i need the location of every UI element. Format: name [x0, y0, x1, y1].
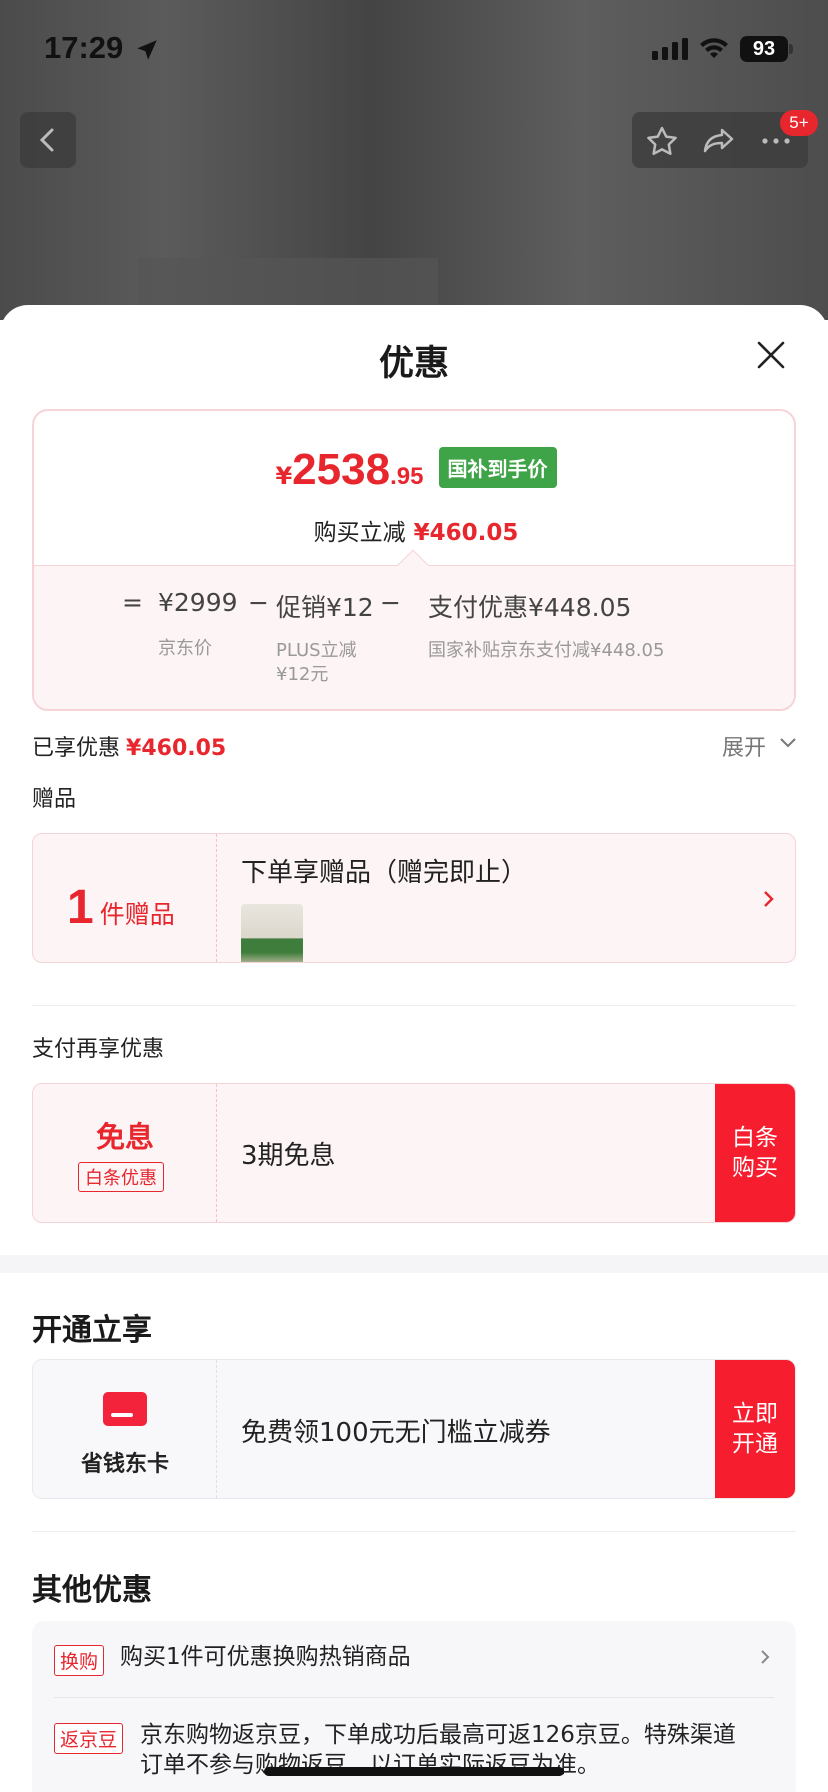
expand-button[interactable]: 展开: [722, 730, 766, 762]
close-icon[interactable]: [756, 340, 786, 370]
enjoyed-label: 已享优惠: [32, 736, 121, 761]
signal-icon: [652, 38, 688, 60]
formula-minus-2: −: [380, 588, 401, 617]
promo-value: 促销¥12: [276, 593, 374, 622]
open-section-title: 开通立享: [32, 1313, 152, 1348]
baitiao-buy-button[interactable]: 白条 购买: [715, 1084, 795, 1222]
jingdou-text-line1: 京东购物返京豆，下单成功后最高可返126京豆。特殊渠道: [140, 1722, 736, 1748]
other-section-title: 其他优惠: [32, 1573, 152, 1608]
interest-free-title: 免息: [95, 1120, 154, 1154]
membership-left: 省钱东卡: [33, 1360, 217, 1498]
battery-indicator: 93: [740, 36, 788, 62]
offer-divider: [54, 1697, 774, 1698]
installment-text: 3期免息: [241, 1141, 336, 1171]
star-icon[interactable]: [646, 126, 678, 156]
sheet-title: 优惠: [378, 344, 449, 384]
pay-section-label: 支付再享优惠: [32, 1037, 165, 1062]
reduce-label: 购买立减: [313, 520, 406, 546]
battery-tip: [789, 44, 793, 54]
jd-price: ¥2999: [158, 588, 238, 617]
open-now-line2: 开通: [732, 1431, 778, 1457]
reduce-line: 购买立减 ¥460.05: [34, 513, 794, 547]
exchange-tag: 换购: [54, 1645, 105, 1676]
reduce-value: ¥460.05: [413, 520, 519, 546]
baitiao-buy-line1: 白条: [732, 1125, 778, 1151]
exchange-text: 购买1件可优惠换购热销商品: [120, 1644, 411, 1670]
enjoyed-value: ¥460.05: [126, 736, 227, 761]
section-divider-2: [32, 1531, 796, 1532]
gift-count-number: 1: [67, 881, 94, 934]
status-bar: 17:29 93: [0, 0, 828, 100]
promo-sub-1: PLUS立减: [276, 640, 357, 661]
section-divider: [32, 1005, 796, 1006]
installment-card: 免息 白条优惠 3期免息 白条购买: [32, 1083, 796, 1223]
gift-card[interactable]: 1 件赠品 下单享赠品（赠完即止）: [32, 833, 796, 963]
credit-card-icon: [103, 1392, 147, 1426]
gift-count-panel: 1 件赠品: [33, 834, 217, 962]
baitiao-buy-line2: 购买: [732, 1155, 778, 1181]
chevron-down-icon[interactable]: [780, 738, 796, 748]
price-decimal: .95: [390, 463, 424, 490]
home-indicator: [264, 1767, 564, 1776]
wifi-icon: [700, 38, 728, 58]
discount-sheet: 优惠 ¥2538.95 国补到手价 购买立减 ¥460.05 = ¥2999 京东…: [0, 305, 828, 1792]
chevron-right-icon: [764, 891, 774, 907]
baitiao-tag: 白条优惠: [78, 1162, 164, 1192]
promo-sub-2: ¥12元: [276, 664, 329, 685]
back-button[interactable]: [20, 112, 76, 168]
price-summary-card: ¥2538.95 国补到手价 购买立减 ¥460.05 = ¥2999 京东价 −…: [32, 409, 796, 711]
pay-discount: 支付优惠¥448.05: [428, 593, 632, 622]
enjoyed-discount: 已享优惠 ¥460.05: [32, 730, 226, 762]
chevron-right-icon: [761, 1650, 770, 1664]
section-band: [0, 1255, 828, 1273]
price-breakdown: = ¥2999 京东价 − 促销¥12 PLUS立减 ¥12元 − 支付优惠¥4…: [34, 565, 794, 709]
formula-equals: =: [122, 588, 143, 617]
membership-offer-text: 免费领100元无门槛立减券: [241, 1418, 551, 1448]
membership-card: 省钱东卡 免费领100元无门槛立减券 立即开通: [32, 1359, 796, 1499]
chevron-left-icon: [39, 128, 54, 152]
message-badge: 5+: [780, 110, 818, 136]
subsidy-price-tag: 国补到手价: [438, 447, 557, 488]
gift-thumbnail[interactable]: [241, 904, 303, 962]
jingdou-tag: 返京豆: [54, 1723, 124, 1754]
price-integer: 2538: [292, 445, 391, 494]
price-currency: ¥: [275, 462, 293, 490]
formula-minus-1: −: [248, 588, 269, 617]
final-price: ¥2538.95 国补到手价: [34, 445, 794, 495]
membership-label: 省钱东卡: [80, 1452, 169, 1477]
gift-section-label: 赠品: [32, 787, 77, 812]
open-now-button[interactable]: 立即 开通: [715, 1360, 795, 1498]
gift-count: 1 件赠品: [67, 880, 175, 935]
installment-left: 免息 白条优惠: [33, 1084, 217, 1222]
location-arrow-icon: [137, 40, 157, 60]
open-now-line1: 立即: [732, 1401, 778, 1427]
jd-price-label: 京东价: [158, 638, 212, 659]
status-time: 17:29: [44, 30, 124, 65]
gift-title: 下单享赠品（赠完即止）: [241, 858, 528, 888]
pay-discount-sub: 国家补贴京东支付减¥448.05: [428, 640, 665, 661]
share-icon[interactable]: [702, 126, 734, 156]
gift-count-unit: 件赠品: [99, 900, 175, 929]
